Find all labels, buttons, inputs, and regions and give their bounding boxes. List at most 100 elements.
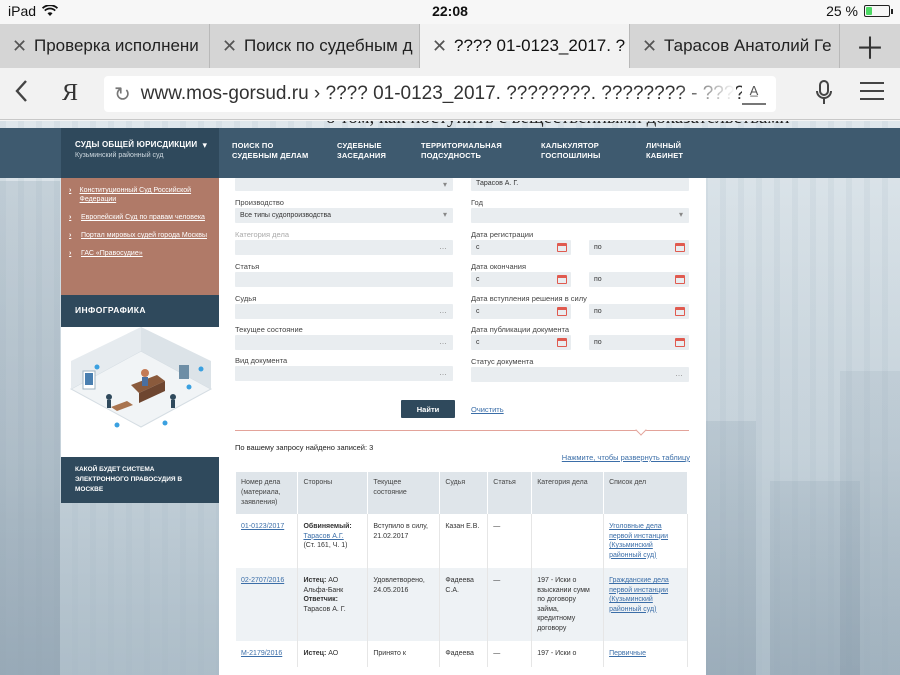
case-type-field-top[interactable]: ▾: [235, 178, 453, 191]
year-label: Год: [471, 198, 483, 207]
case-state: Удовлетворено, 24.05.2016: [367, 568, 441, 641]
tab-2[interactable]: ✕ Поиск по судебным д: [210, 24, 420, 68]
date-to-placeholder: по: [594, 244, 602, 251]
expand-table-link[interactable]: Нажмите, чтобы развернуть таблицу: [562, 453, 690, 462]
registration-date-to[interactable]: по: [589, 240, 689, 255]
menu-icon[interactable]: [860, 82, 884, 106]
judge-label: Судья: [235, 294, 257, 303]
courts-dropdown[interactable]: СУДЫ ОБЩЕЙ ЮРИСДИКЦИИ Кузьминский районн…: [61, 128, 219, 178]
case-state: Вступило в силу, 21.02.2017: [367, 514, 441, 568]
nav-case-search[interactable]: ПОИСК ПО СУДЕБНЫМ ДЕЛАМ: [232, 141, 309, 161]
clear-link[interactable]: Очистить: [471, 405, 504, 414]
document-status-select[interactable]: …: [471, 367, 689, 382]
table-header-row: Номер дела (материала, заявления) Сторон…: [236, 472, 688, 514]
main-nav: СУДЫ ОБЩЕЙ ЮРИСДИКЦИИ Кузьминский районн…: [0, 128, 900, 178]
ellipsis-icon: …: [675, 369, 683, 378]
tab-4[interactable]: ✕ Тарасов Анатолий Ге: [630, 24, 840, 68]
ellipsis-icon: …: [439, 242, 447, 251]
publish-date-label: Дата публикации документа: [471, 325, 570, 334]
ellipsis-icon: …: [439, 306, 447, 315]
battery-percent: 25 %: [826, 3, 858, 19]
new-tab-button[interactable]: ＋: [840, 24, 900, 68]
browser-toolbar: Я ↻ www.mos-gorsud.ru › ???? 01-0123_201…: [0, 68, 900, 120]
yandex-logo[interactable]: Я: [62, 80, 78, 107]
case-list-link[interactable]: Гражданские дела первой инстанции (Кузьм…: [609, 577, 669, 613]
production-select[interactable]: Все типы судопроизводства ▾: [235, 208, 453, 223]
judge-select[interactable]: …: [235, 304, 453, 319]
calendar-icon[interactable]: [557, 307, 567, 316]
sidebar-link[interactable]: › ГАС «Правосудие»: [69, 249, 211, 258]
case-article: —: [487, 641, 533, 667]
category-select[interactable]: …: [235, 240, 453, 255]
nav-jurisdiction[interactable]: ТЕРРИТОРИАЛЬНАЯ ПОДСУДНОСТЬ: [421, 141, 502, 161]
publish-date-to[interactable]: по: [589, 335, 689, 350]
end-date-from[interactable]: с: [471, 272, 571, 287]
calendar-icon[interactable]: [557, 243, 567, 252]
tab-3-active[interactable]: ✕ ???? 01-0123_2017. ??: [420, 24, 630, 68]
tab-title: Тарасов Анатолий Ге: [664, 36, 832, 55]
sidebar-link[interactable]: › Портал мировых судей города Москвы: [69, 231, 211, 240]
date-to-placeholder: по: [594, 276, 602, 283]
year-select[interactable]: ▾: [471, 208, 689, 223]
case-number-link[interactable]: 02-2707/2016: [241, 577, 284, 584]
nav-personal-account[interactable]: ЛИЧНЫЙ КАБИНЕТ: [646, 141, 683, 161]
table-row: 01-0123/2017 Обвиняемый: Тарасов А.Г. (С…: [236, 514, 688, 568]
effect-date-to[interactable]: по: [589, 304, 689, 319]
case-category: [531, 514, 605, 568]
close-tab-icon[interactable]: ✕: [432, 36, 447, 57]
case-category: 197 - Иски о взыскании сумм по договору …: [531, 568, 605, 641]
party-role: Обвиняемый:: [303, 523, 352, 530]
publish-date-from[interactable]: с: [471, 335, 571, 350]
calendar-icon[interactable]: [557, 275, 567, 284]
sidebar-link-label: Портал мировых судей города Москвы: [81, 232, 207, 239]
nav-fee-calculator[interactable]: КАЛЬКУЛЯТОР ГОСПОШЛИНЫ: [541, 141, 601, 161]
case-number-link[interactable]: 01-0123/2017: [241, 523, 284, 530]
chevron-left-icon: [15, 80, 27, 102]
e-justice-banner[interactable]: КАКОЙ БУДЕТ СИСТЕМА ЭЛЕКТРОННОГО ПРАВОСУ…: [61, 457, 219, 503]
nav-court-sessions[interactable]: СУДЕБНЫЕ ЗАСЕДАНИЯ: [337, 141, 386, 161]
end-date-to[interactable]: по: [589, 272, 689, 287]
close-tab-icon[interactable]: ✕: [642, 36, 657, 57]
sidebar-link[interactable]: › Европейский Суд по правам человека: [69, 213, 211, 222]
courts-title: СУДЫ ОБЩЕЙ ЮРИСДИКЦИИ: [75, 140, 198, 149]
divider: [235, 430, 689, 431]
close-tab-icon[interactable]: ✕: [222, 36, 237, 57]
infographic-illustration[interactable]: [61, 327, 219, 457]
back-button[interactable]: [14, 78, 28, 110]
find-button[interactable]: Найти: [401, 400, 455, 418]
case-list-link[interactable]: Уголовные дела первой инстанции (Кузьмин…: [609, 523, 668, 559]
results-table: Номер дела (материала, заявления) Сторон…: [236, 472, 688, 667]
calendar-icon[interactable]: [557, 338, 567, 347]
end-date-label: Дата окончания: [471, 262, 527, 271]
tab-1[interactable]: ✕ Проверка исполнени: [0, 24, 210, 68]
reader-mode-icon[interactable]: A̲: [742, 83, 766, 105]
clock: 22:08: [432, 3, 468, 19]
close-tab-icon[interactable]: ✕: [12, 36, 27, 57]
status-bar: iPad 22:08 25 %: [0, 0, 900, 24]
party-input[interactable]: Тарасов А. Г.: [471, 178, 689, 191]
party-name-link[interactable]: Тарасов А.Г.: [303, 532, 362, 542]
calendar-icon[interactable]: [675, 275, 685, 284]
tab-strip: ✕ Проверка исполнени ✕ Поиск по судебным…: [0, 24, 900, 68]
battery-icon: [864, 5, 893, 17]
microphone-button[interactable]: [816, 80, 832, 112]
effect-date-from[interactable]: с: [471, 304, 571, 319]
document-type-select[interactable]: …: [235, 366, 453, 381]
calendar-icon[interactable]: [675, 243, 685, 252]
article-input[interactable]: [235, 272, 453, 287]
registration-date-from[interactable]: с: [471, 240, 571, 255]
web-page: о том, как поступить с вещественными док…: [0, 121, 900, 675]
date-to-placeholder: по: [594, 339, 602, 346]
sidebar-link[interactable]: › Конституционный Суд Российской Федераци…: [69, 186, 211, 204]
production-value: Все типы судопроизводства: [240, 212, 332, 219]
calendar-icon[interactable]: [675, 338, 685, 347]
arrow-right-icon: ›: [69, 187, 72, 194]
calendar-icon[interactable]: [675, 307, 685, 316]
case-number-link[interactable]: М-2179/2016: [241, 650, 282, 657]
reload-icon[interactable]: ↻: [114, 82, 131, 107]
case-list-link[interactable]: Первичные: [609, 650, 646, 657]
address-bar[interactable]: ↻ www.mos-gorsud.ru › ???? 01-0123_2017.…: [104, 76, 776, 112]
col-header-parties: Стороны: [297, 472, 369, 514]
current-state-select[interactable]: …: [235, 335, 453, 350]
arrow-right-icon: ›: [69, 214, 72, 221]
